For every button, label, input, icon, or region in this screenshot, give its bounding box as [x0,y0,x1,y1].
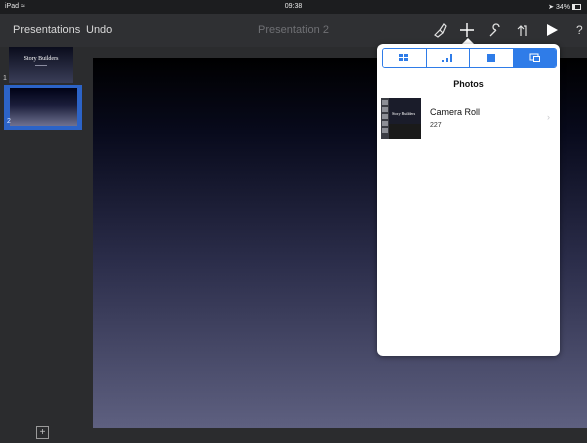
media-tab[interactable] [513,49,556,67]
toolbar: Presentations Undo Presentation 2 ? [0,14,587,47]
slide-thumbnail-title: Story Builders [23,56,59,62]
chevron-right-icon: › [547,112,550,122]
share-icon[interactable] [514,21,532,39]
album-thumbnail-text: Story Builders [392,111,416,116]
slide-number-1: 1 [3,75,7,82]
add-icon[interactable] [458,21,476,39]
canvas-bottom-margin [93,428,587,443]
help-button[interactable]: ? [576,23,583,37]
slide-number-2: 2 [7,118,11,125]
status-bar: iPad ≈ 09:38 ➤ 34% [0,0,587,14]
play-icon[interactable] [543,21,561,39]
slide-thumbnail-subtitle-line [35,65,47,66]
table-icon [399,54,409,61]
charts-tab[interactable] [426,49,470,67]
tables-tab[interactable] [383,49,427,67]
media-icon [529,53,540,62]
shape-icon [487,54,496,62]
filmstrip-decoration [381,98,389,139]
slide-navigator: Story Builders 1 2 [0,47,84,443]
battery-status: ➤ 34% [548,3,581,11]
album-count: 227 [430,122,442,129]
chart-icon [441,54,452,62]
add-slide-button[interactable]: + [36,426,49,439]
insert-tabs [382,48,557,68]
slide-thumbnail-1[interactable]: Story Builders [9,47,73,83]
album-name: Camera Roll [430,107,481,117]
slide-thumbnail-2[interactable] [10,88,77,126]
slide-thumbnail-2-selected[interactable]: 2 [4,85,82,130]
insert-popover: Photos Story Builders Camera Roll 227 › [377,44,560,356]
album-thumbnail: Story Builders [381,98,421,139]
popover-title: Photos [453,79,484,89]
location-icon: ➤ [548,4,555,11]
shapes-tab[interactable] [470,49,514,67]
battery-icon [572,4,581,11]
wrench-icon[interactable] [486,21,504,39]
paintbrush-icon[interactable] [431,21,449,39]
album-row-camera-roll[interactable]: Story Builders Camera Roll 227 › [381,98,556,140]
status-time: 09:38 [284,3,303,10]
